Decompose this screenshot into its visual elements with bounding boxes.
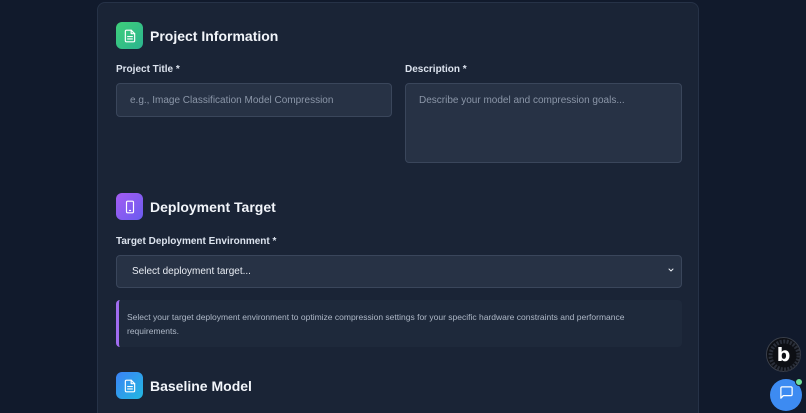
info-text: Select your target deployment environmen… [127, 312, 625, 336]
phone-icon [116, 193, 143, 220]
section-title: Deployment Target [150, 198, 276, 215]
select-value: Select deployment target... [132, 266, 251, 277]
document-icon [116, 22, 143, 49]
deployment-target-select[interactable]: Select deployment target... [116, 255, 682, 288]
project-title-label: Project Title * [116, 64, 180, 75]
section-title: Baseline Model [150, 377, 252, 394]
project-info-header: Project Information [116, 22, 278, 49]
description-label: Description * [405, 64, 467, 75]
form-card: Project Information Project Title * e.g.… [97, 2, 699, 413]
project-title-input[interactable]: e.g., Image Classification Model Compres… [116, 83, 392, 117]
deployment-info-callout: Select your target deployment environmen… [116, 300, 682, 347]
chat-bubble-icon [779, 385, 794, 405]
description-placeholder: Describe your model and compression goal… [419, 95, 625, 106]
online-status-dot [795, 378, 803, 386]
deployment-env-label: Target Deployment Environment * [116, 236, 277, 247]
deployment-header: Deployment Target [116, 193, 276, 220]
powered-by-badge[interactable]: b [766, 337, 801, 372]
section-title: Project Information [150, 27, 279, 44]
chevron-down-icon [667, 266, 675, 277]
baseline-header: Baseline Model [116, 372, 252, 399]
project-title-placeholder: e.g., Image Classification Model Compres… [130, 95, 334, 106]
description-textarea[interactable]: Describe your model and compression goal… [405, 83, 682, 163]
badge-ring-icon [768, 339, 801, 372]
document-icon [116, 372, 143, 399]
